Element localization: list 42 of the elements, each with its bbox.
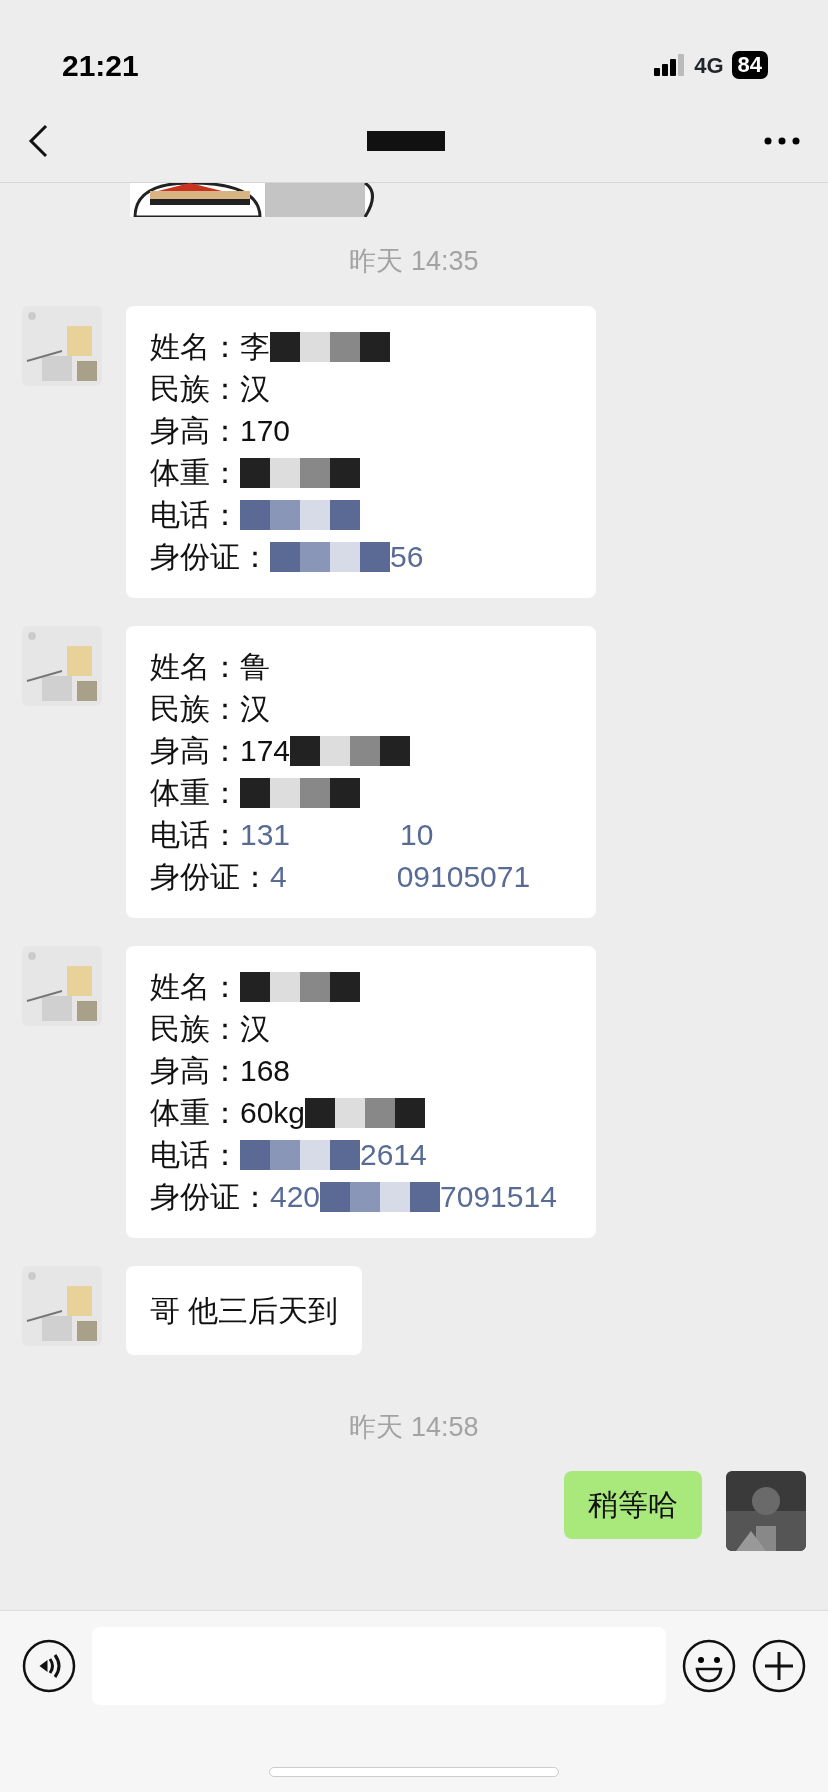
field-value: 60kg (240, 1094, 306, 1131)
field-link[interactable]: 10 (400, 813, 434, 856)
field-link[interactable]: 420 (270, 1175, 321, 1218)
field-link[interactable]: 131 (240, 813, 291, 856)
field-value: 168 (240, 1052, 291, 1089)
field-label: 身高： (150, 1052, 240, 1089)
message-bubble: 哥 他三后天到 (126, 1265, 363, 1355)
field-value: 170 (240, 412, 291, 449)
field-label: 民族： (150, 690, 240, 727)
message-bubble: 稍等哈 (564, 1471, 702, 1539)
field-link[interactable]: 09105071 (396, 855, 531, 898)
field-link[interactable]: 56 (390, 535, 424, 578)
field-label: 体重： (150, 454, 240, 491)
status-time: 21:21 (62, 47, 139, 84)
timestamp: 昨天 14:58 (348, 1410, 480, 1444)
field-value: 汉 (240, 690, 270, 727)
field-link[interactable]: 7091514 (440, 1175, 557, 1218)
field-label: 姓名： (150, 328, 240, 365)
field-label: 身份证： (150, 1178, 270, 1215)
field-label: 身份证： (150, 858, 270, 895)
field-label: 体重： (150, 774, 240, 811)
field-value: 174 (240, 732, 291, 769)
field-value: 汉 (240, 370, 270, 407)
field-value: 李 (240, 328, 270, 365)
field-value: 汉 (240, 1010, 270, 1047)
field-label: 电话： (150, 816, 240, 853)
field-label: 身高： (150, 412, 240, 449)
field-label: 身份证： (150, 538, 270, 575)
field-label: 电话： (150, 496, 240, 533)
field-link[interactable]: 4 (270, 855, 287, 898)
battery-level: 84 (731, 51, 768, 79)
network-label: 4G (694, 51, 724, 80)
field-label: 民族： (150, 370, 240, 407)
field-label: 体重： (150, 1094, 240, 1131)
field-label: 姓名： (150, 648, 240, 685)
field-link[interactable]: 2614 (360, 1133, 427, 1176)
field-label: 姓名： (150, 968, 240, 1005)
field-label: 电话： (150, 1136, 240, 1173)
field-label: 身高： (150, 732, 240, 769)
timestamp: 昨天 14:35 (348, 245, 480, 278)
field-value: 鲁 (240, 648, 270, 685)
field-label: 民族： (150, 1010, 240, 1047)
